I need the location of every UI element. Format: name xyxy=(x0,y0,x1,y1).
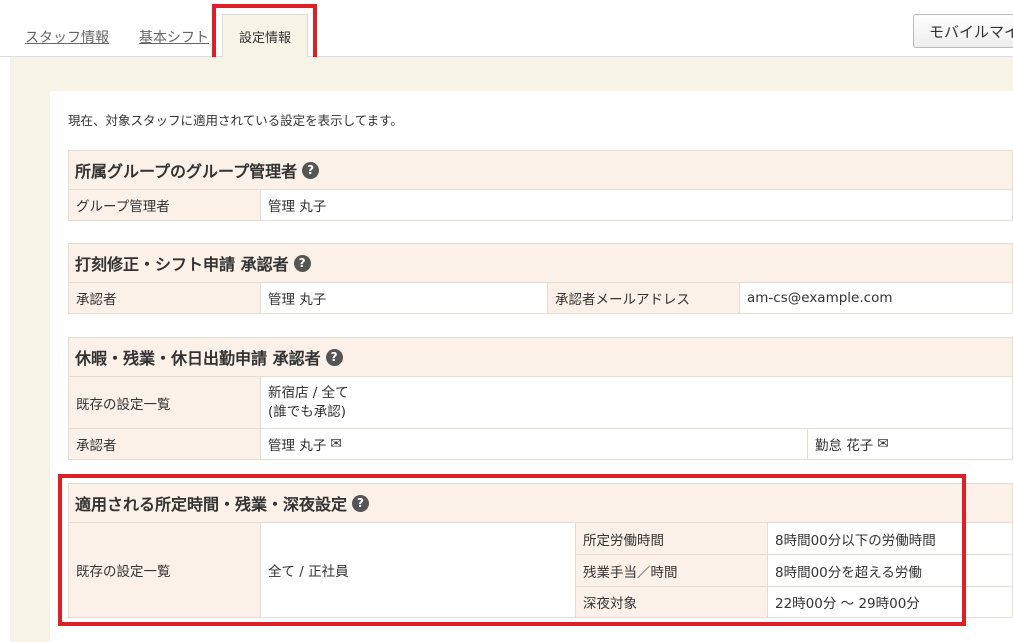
section-title: 打刻修正・シフト申請 承認者 xyxy=(75,255,289,274)
punch-approver-label: 承認者 xyxy=(68,282,261,314)
section-title: 休暇・残業・休日出勤申請 承認者 xyxy=(75,349,321,368)
leave-existing-value: 新宿店 / 全て (誰でも承認) xyxy=(260,376,1013,429)
group-admin-label: グループ管理者 xyxy=(68,189,261,221)
late-night-label: 深夜対象 xyxy=(575,586,768,618)
scheduled-hours-label: 所定労働時間 xyxy=(575,522,768,555)
existing-store-scope: 新宿店 / 全て xyxy=(268,384,349,401)
leave-approver-2: 勤怠 花子 ✉ xyxy=(807,428,1013,460)
help-icon[interactable]: ? xyxy=(352,494,370,512)
scheduled-hours-value: 8時間00分以下の労働時間 xyxy=(767,522,1013,555)
existing-approval-note: (誰でも承認) xyxy=(268,403,347,420)
section-title: 所属グループのグループ管理者 xyxy=(75,162,298,181)
tab-staff-info[interactable]: スタッフ情報 xyxy=(25,27,109,47)
group-admin-value: 管理 丸子 xyxy=(260,189,1013,221)
approver-name: 勤怠 花子 xyxy=(815,438,874,454)
work-time-existing-label: 既存の設定一覧 xyxy=(68,522,261,618)
leave-approver-1: 管理 丸子 ✉ xyxy=(260,428,808,460)
intro-text: 現在、対象スタッフに適用されている設定を表示してます。 xyxy=(68,113,403,128)
help-icon[interactable]: ? xyxy=(302,161,320,179)
punch-approver-value: 管理 丸子 xyxy=(260,282,548,314)
section-title: 適用される所定時間・残業・深夜設定 xyxy=(75,495,348,514)
late-night-value: 22時00分 〜 29時00分 xyxy=(767,586,1013,618)
section-work-time-title: 適用される所定時間・残業・深夜設定 ? xyxy=(68,483,1013,522)
overtime-value: 8時間00分を超える労働 xyxy=(767,554,1013,587)
section-punch-approver-title: 打刻修正・シフト申請 承認者 ? xyxy=(68,243,1013,282)
section-leave-approver-title: 休暇・残業・休日出勤申請 承認者 ? xyxy=(68,337,1013,376)
help-icon[interactable]: ? xyxy=(293,254,311,272)
help-icon[interactable]: ? xyxy=(325,348,343,366)
envelope-icon[interactable]: ✉ xyxy=(330,436,342,452)
approver-email-value: am-cs@example.com xyxy=(739,282,1013,314)
envelope-icon[interactable]: ✉ xyxy=(877,436,889,452)
tab-bar: スタッフ情報 基本シフト 設定情報 モバイルマイ xyxy=(0,0,1013,57)
approver-email-label: 承認者メールアドレス xyxy=(547,282,740,314)
mobile-my-page-button[interactable]: モバイルマイ xyxy=(913,14,1013,48)
leave-existing-label: 既存の設定一覧 xyxy=(68,376,261,429)
tab-settings-info[interactable]: 設定情報 xyxy=(222,14,308,57)
overtime-label: 残業手当／時間 xyxy=(575,554,768,587)
tab-basic-shift[interactable]: 基本シフト xyxy=(139,27,209,47)
leave-approver-label: 承認者 xyxy=(68,428,261,460)
section-group-admin-title: 所属グループのグループ管理者 ? xyxy=(68,150,1013,189)
work-time-target: 全て / 正社員 xyxy=(260,522,576,618)
approver-name: 管理 丸子 xyxy=(268,438,327,454)
